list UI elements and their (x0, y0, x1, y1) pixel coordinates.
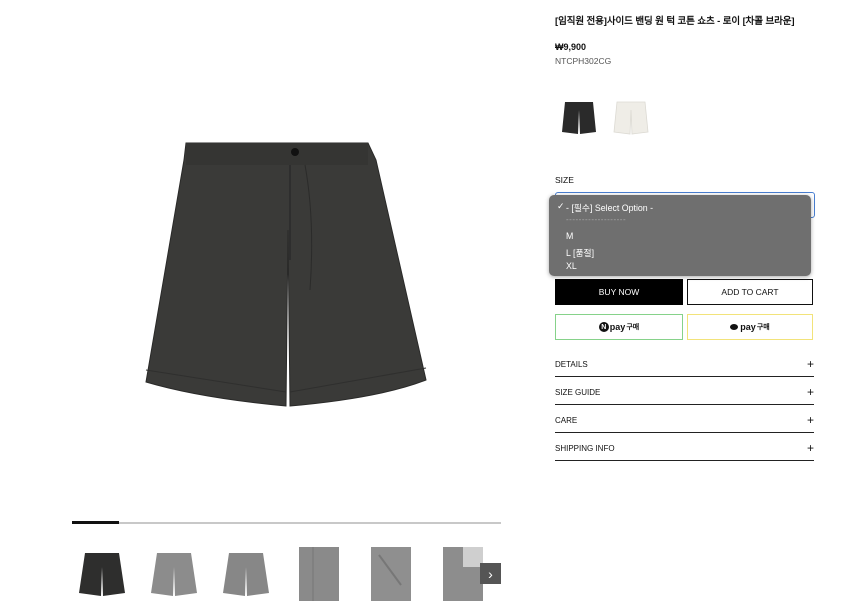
accordion-label: SHIPPING INFO (555, 444, 615, 453)
add-to-cart-button[interactable]: ADD TO CART (687, 279, 813, 305)
size-label: SIZE (555, 175, 574, 185)
naver-logo-icon: N (598, 322, 609, 332)
dropdown-option-m[interactable]: M (566, 231, 573, 241)
accordion-care[interactable]: CARE + (555, 410, 814, 433)
plus-icon: + (806, 441, 814, 455)
product-sku: NTCPH302CG (555, 56, 612, 66)
accordion-shipping-info[interactable]: SHIPPING INFO + (555, 438, 814, 461)
checkmark-icon: ✓ (557, 201, 565, 211)
thumbnail-1[interactable] (72, 544, 132, 604)
gallery-progress-bar (72, 521, 501, 524)
plus-icon: + (806, 357, 814, 371)
naver-pay-sub: 구매 (626, 324, 640, 331)
dropdown-option-l[interactable]: L [품절] (566, 246, 594, 259)
accordion-label: SIZE GUIDE (555, 388, 601, 397)
naver-pay-button[interactable]: N pay 구매 (555, 314, 683, 340)
thumbnail-4[interactable] (288, 544, 348, 604)
thumbnail-strip (72, 544, 501, 604)
color-swatch-ivory[interactable] (613, 98, 649, 138)
kakao-pay-button[interactable]: pay 구매 (687, 314, 813, 340)
product-price: ₩9,900 (555, 42, 587, 52)
accordion-label: DETAILS (555, 360, 588, 369)
kakao-pay-text: pay (740, 322, 756, 332)
kakao-bubble-icon (730, 324, 739, 330)
size-dropdown-menu: ✓ - [필수] Select Option - ---------------… (549, 195, 811, 276)
main-product-image (140, 130, 435, 415)
gallery-progress-fill (72, 521, 120, 524)
thumbnail-2[interactable] (144, 544, 204, 604)
accordion-details[interactable]: DETAILS + (555, 354, 814, 377)
thumbnail-3[interactable] (216, 544, 276, 604)
plus-icon: + (806, 413, 814, 427)
product-title: [임직원 전용]사이드 밴딩 원 턱 코튼 쇼츠 - 로이 [차콜 브라운] (555, 16, 795, 27)
accordion-size-guide[interactable]: SIZE GUIDE + (555, 382, 814, 405)
buy-now-button[interactable]: BUY NOW (555, 279, 683, 305)
dropdown-separator: ------------------- (566, 215, 627, 224)
accordion-label: CARE (555, 416, 578, 425)
naver-pay-text: pay (609, 322, 626, 332)
thumbnail-5[interactable] (360, 544, 420, 604)
dropdown-option-xl[interactable]: XL (566, 261, 577, 271)
chevron-right-icon[interactable]: › (480, 563, 501, 584)
kakao-pay-sub: 구매 (756, 324, 770, 331)
plus-icon: + (806, 385, 814, 399)
dropdown-option-default[interactable]: - [필수] Select Option - (566, 201, 653, 214)
color-swatch-charcoal[interactable] (561, 98, 597, 138)
